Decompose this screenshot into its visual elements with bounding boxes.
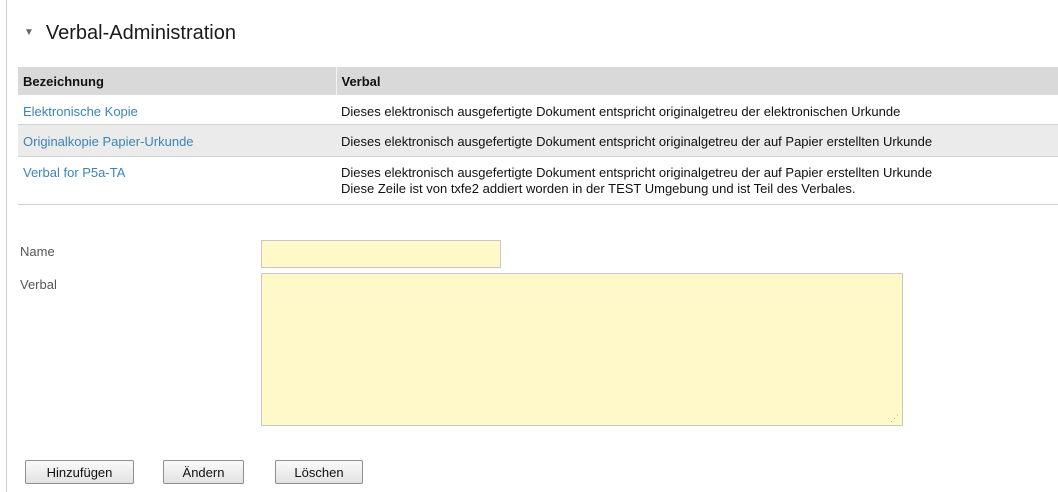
row-name-link[interactable]: Verbal for P5a-TA — [23, 165, 125, 180]
row-name-link[interactable]: Elektronische Kopie — [23, 104, 138, 119]
row-verbal-cell: Dieses elektronisch ausgefertigte Dokume… — [336, 95, 1058, 124]
edit-button[interactable]: Ändern — [163, 460, 244, 484]
page-title: Verbal-Administration — [45, 21, 236, 44]
triangle-down-icon[interactable]: ▼ — [24, 28, 34, 38]
name-label: Name — [20, 244, 55, 259]
row-verbal-text: Dieses elektronisch ausgefertigte Dokume… — [341, 104, 901, 119]
table-row[interactable]: Verbal for P5a-TA Dieses elektronisch au… — [18, 156, 1058, 205]
verbal-label: Verbal — [20, 277, 57, 292]
row-verbal-cell: Dieses elektronisch ausgefertigte Dokume… — [336, 123, 1058, 157]
delete-button[interactable]: Löschen — [275, 460, 363, 484]
add-button[interactable]: Hinzufügen — [25, 460, 134, 484]
table-row[interactable]: Originalkopie Papier-Urkunde Dieses elek… — [18, 123, 1058, 157]
row-verbal-text: Dieses elektronisch ausgefertigte Dokume… — [341, 133, 933, 149]
row-name-link[interactable]: Originalkopie Papier-Urkunde — [23, 134, 194, 149]
row-verbal-text: Diese Zeile ist von txfe2 addiert worden… — [341, 180, 856, 196]
resize-grip-icon[interactable]: ⋰ — [887, 412, 899, 424]
column-header-verbal[interactable]: Verbal — [335, 67, 1058, 95]
column-header-bezeichnung[interactable]: Bezeichnung — [18, 67, 336, 95]
name-input[interactable] — [261, 240, 501, 268]
verbal-table: Bezeichnung Verbal Elektronische Kopie D… — [18, 67, 1058, 205]
row-verbal-cell: Dieses elektronisch ausgefertigte Dokume… — [336, 156, 1058, 205]
row-name-cell: Elektronische Kopie — [18, 95, 336, 124]
table-row[interactable]: Elektronische Kopie Dieses elektronisch … — [18, 95, 1058, 124]
verbal-textarea[interactable] — [261, 273, 903, 426]
row-name-cell: Verbal for P5a-TA — [18, 156, 336, 205]
row-name-cell: Originalkopie Papier-Urkunde — [18, 123, 336, 157]
table-header-row: Bezeichnung Verbal — [18, 67, 1058, 95]
section-header[interactable]: ▼ Verbal-Administration — [24, 18, 236, 48]
row-verbal-text: Dieses elektronisch ausgefertigte Dokume… — [341, 164, 933, 180]
